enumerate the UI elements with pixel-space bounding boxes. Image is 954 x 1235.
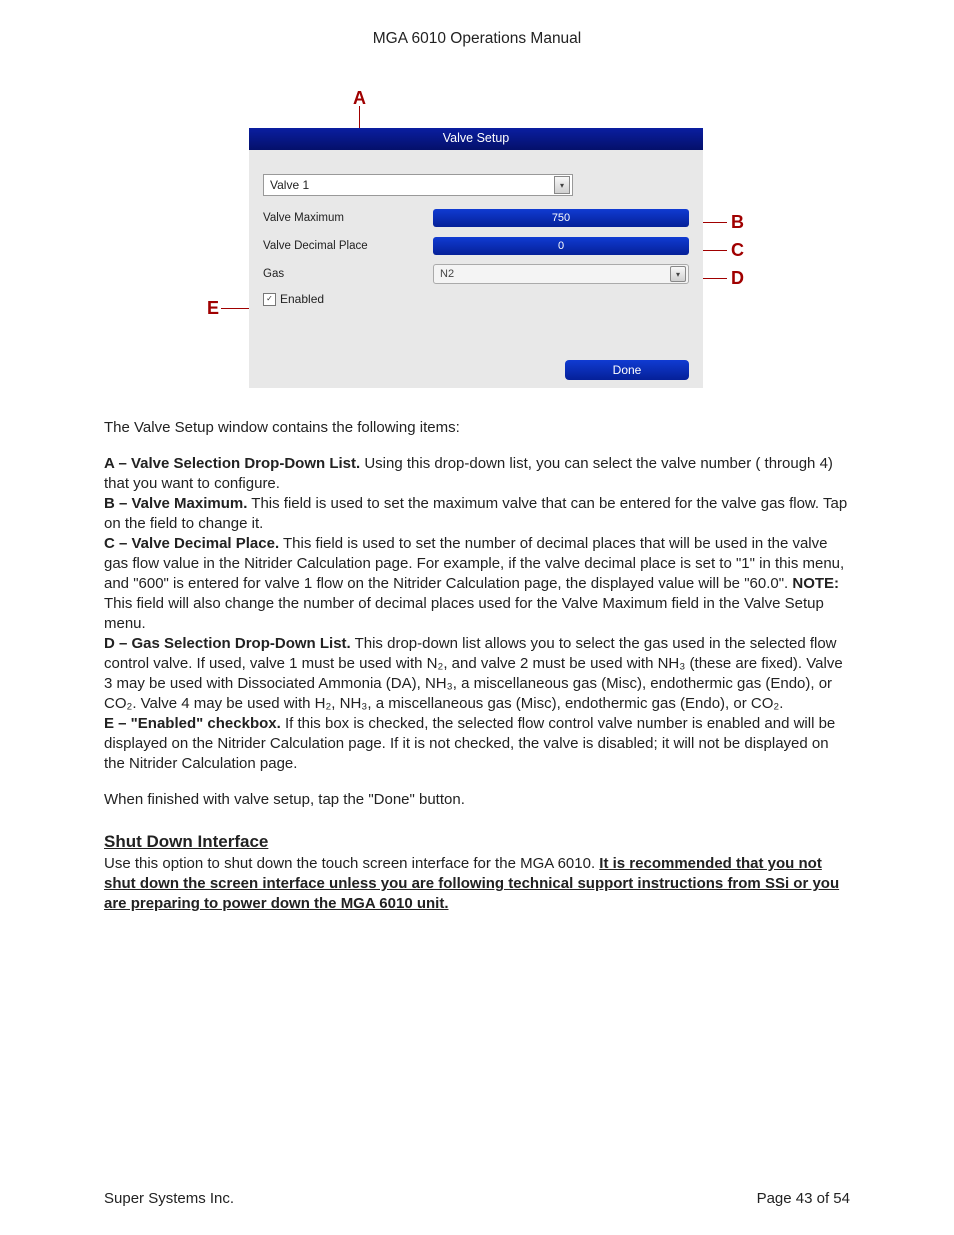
item-c-head: C – Valve Decimal Place.: [104, 535, 279, 552]
annotation-e: E: [207, 298, 219, 319]
page-header-title: MGA 6010 Operations Manual: [104, 30, 850, 48]
annotation-c-line: [703, 250, 727, 251]
item-c-paragraph: C – Valve Decimal Place. This field is u…: [104, 534, 850, 634]
item-d-paragraph: D – Gas Selection Drop-Down List. This d…: [104, 634, 850, 714]
body-text: The Valve Setup window contains the foll…: [104, 418, 850, 914]
valve-setup-figure: A B C D E Valve Setup Valve 1 ▾: [207, 88, 747, 398]
valve-decimal-field[interactable]: 0: [433, 237, 689, 255]
item-c-body-2: This field will also change the number o…: [104, 595, 824, 632]
item-a-head: A – Valve Selection Drop-Down List.: [104, 455, 360, 472]
gas-select-dropdown[interactable]: N2 ▾: [433, 264, 689, 284]
footer-company: Super Systems Inc.: [104, 1190, 234, 1207]
annotation-d-line: [703, 278, 727, 279]
valve-maximum-label: Valve Maximum: [263, 212, 433, 224]
valve-maximum-field[interactable]: 750: [433, 209, 689, 227]
item-b-paragraph: B – Valve Maximum. This field is used to…: [104, 494, 850, 534]
annotation-d: D: [731, 268, 744, 289]
footer-page: Page 43 of 54: [757, 1190, 850, 1207]
shutdown-paragraph: Use this option to shut down the touch s…: [104, 854, 850, 914]
item-e-paragraph: E – "Enabled" checkbox. If this box is c…: [104, 714, 850, 774]
valve-setup-title: Valve Setup: [249, 128, 703, 150]
finish-paragraph: When finished with valve setup, tap the …: [104, 790, 850, 810]
gas-label: Gas: [263, 268, 433, 280]
annotation-c: C: [731, 240, 744, 261]
shutdown-header: Shut Down Interface: [104, 832, 850, 852]
annotation-b-line: [703, 222, 727, 223]
annotation-b: B: [731, 212, 744, 233]
enabled-checkbox[interactable]: ✓: [263, 293, 276, 306]
valve-select-value: Valve 1: [270, 178, 309, 192]
valve-setup-panel: Valve Setup Valve 1 ▾ Valve Maximum 750 …: [249, 128, 703, 388]
chevron-down-icon: ▾: [670, 266, 686, 282]
item-d-head: D – Gas Selection Drop-Down List.: [104, 635, 351, 652]
enabled-label: Enabled: [280, 292, 324, 306]
item-b-head: B – Valve Maximum.: [104, 495, 247, 512]
valve-decimal-label: Valve Decimal Place: [263, 240, 433, 252]
intro-paragraph: The Valve Setup window contains the foll…: [104, 418, 850, 438]
item-e-head: E – "Enabled" checkbox.: [104, 715, 281, 732]
gas-select-value: N2: [440, 268, 454, 280]
valve-select-dropdown[interactable]: Valve 1 ▾: [263, 174, 573, 196]
page-footer: Super Systems Inc. Page 43 of 54: [104, 1190, 850, 1207]
item-c-note: NOTE:: [792, 575, 839, 592]
chevron-down-icon: ▾: [554, 176, 570, 194]
shutdown-text-1: Use this option to shut down the touch s…: [104, 855, 599, 872]
done-button[interactable]: Done: [565, 360, 689, 380]
item-a-paragraph: A – Valve Selection Drop-Down List. Usin…: [104, 454, 850, 494]
